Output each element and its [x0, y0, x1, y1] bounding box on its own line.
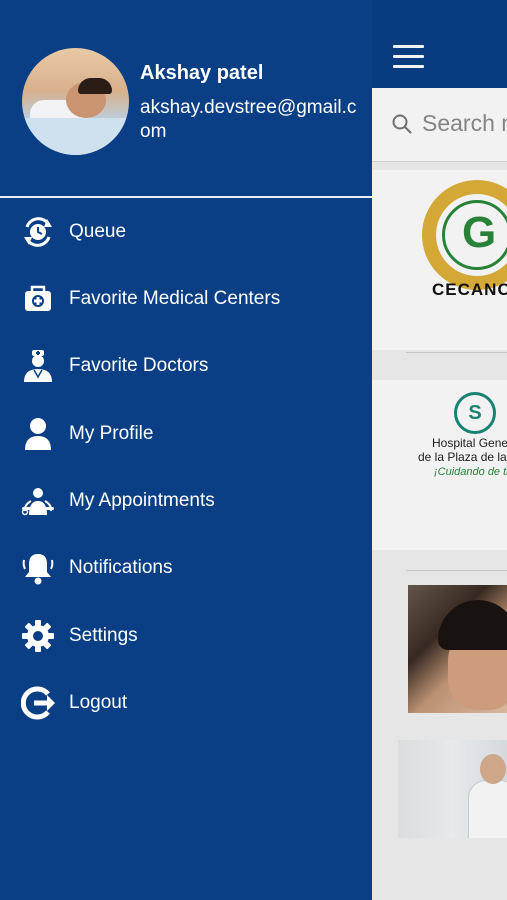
bell-icon — [20, 550, 56, 586]
logout-icon — [20, 685, 56, 721]
menu-item-my-profile[interactable]: My Profile — [0, 406, 372, 462]
menu-item-logout[interactable]: Logout — [0, 675, 372, 731]
appointment-icon — [20, 483, 56, 519]
doctor-icon — [20, 348, 56, 384]
menu-item-label: Settings — [69, 625, 138, 646]
user-email: akshay.devstree@gmail.com — [140, 97, 357, 142]
drawer-profile-header[interactable]: Akshay patel akshay.devstree@gmail.com — [0, 0, 372, 197]
navigation-drawer: Akshay patel akshay.devstree@gmail.com Q… — [0, 0, 372, 900]
drawer-divider — [0, 196, 372, 198]
medical-center-icon — [20, 281, 56, 317]
menu-item-settings[interactable]: Settings — [0, 608, 372, 664]
menu-item-label: Notifications — [69, 557, 173, 578]
menu-item-label: Favorite Medical Centers — [69, 288, 281, 309]
avatar[interactable] — [22, 48, 129, 155]
menu-item-queue[interactable]: Queue — [0, 204, 372, 260]
menu-item-label: My Profile — [69, 423, 154, 444]
gear-icon — [20, 618, 56, 654]
menu-item-notifications[interactable]: Notifications — [0, 540, 372, 596]
user-name: Akshay patel — [140, 62, 264, 84]
menu-item-favorite-medical-centers[interactable]: Favorite Medical Centers — [0, 271, 372, 327]
menu-item-label: My Appointments — [69, 490, 215, 511]
queue-clock-icon — [20, 214, 56, 250]
menu-item-my-appointments[interactable]: My Appointments — [0, 473, 372, 529]
menu-item-label: Queue — [69, 221, 127, 242]
menu-item-label: Favorite Doctors — [69, 355, 209, 376]
menu-item-label: Logout — [69, 692, 128, 713]
menu-item-favorite-doctors[interactable]: Favorite Doctors — [0, 338, 372, 394]
person-icon — [20, 416, 56, 452]
